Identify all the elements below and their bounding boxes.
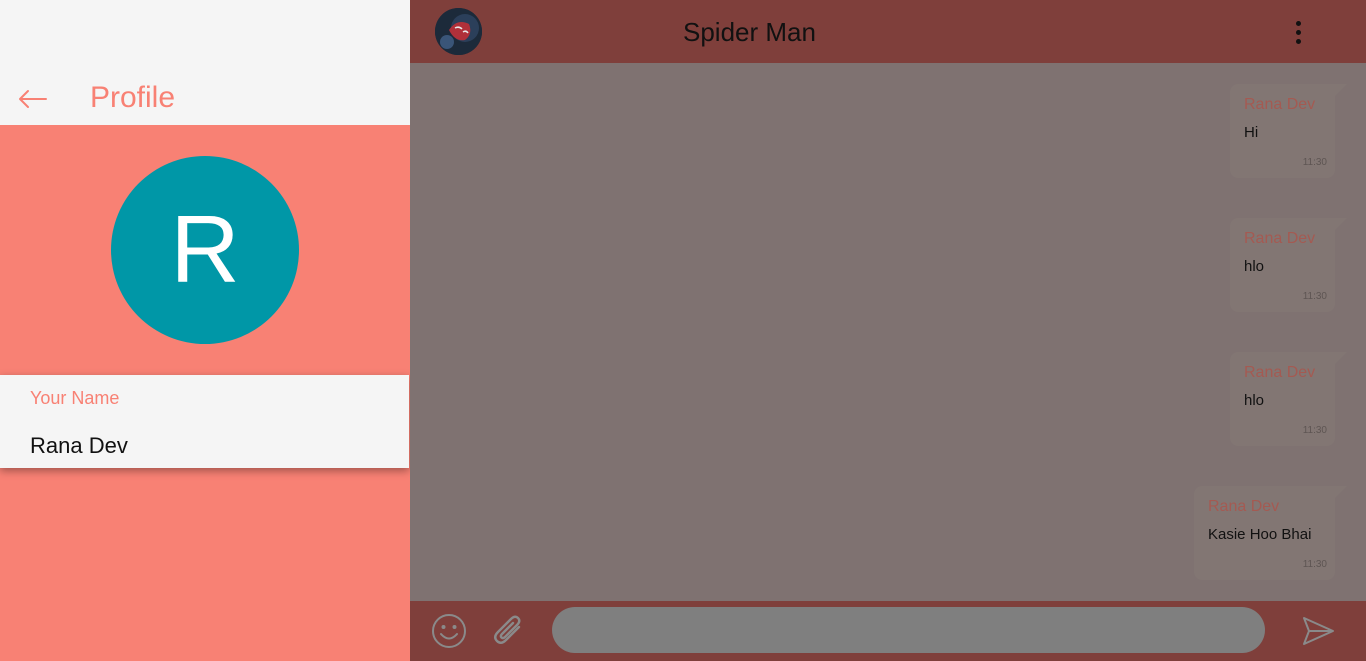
message-author: Rana Dev <box>1244 230 1316 247</box>
emoji-button[interactable] <box>431 613 467 649</box>
message-author: Rana Dev <box>1208 498 1280 515</box>
contact-avatar[interactable] <box>435 8 482 55</box>
message-author: Rana Dev <box>1244 364 1316 381</box>
message-time: 11:30 <box>1302 559 1327 570</box>
back-button[interactable] <box>14 84 50 114</box>
message-author: Rana Dev <box>1244 96 1316 113</box>
message-text: Kasie Hoo Bhai <box>1208 526 1312 543</box>
message-text: Hi <box>1244 124 1259 141</box>
name-value[interactable]: Rana Dev <box>30 433 128 459</box>
profile-avatar[interactable]: R <box>111 156 299 344</box>
message-bubble: Rana Dev hlo 11:30 <box>1230 352 1347 446</box>
message-time: 11:30 <box>1302 157 1327 168</box>
message-bubble: Rana Dev hlo 11:30 <box>1230 218 1347 312</box>
message-bubble: Rana Dev Kasie Hoo Bhai 11:30 <box>1194 486 1347 580</box>
message-input[interactable] <box>552 607 1265 653</box>
message-bubble: Rana Dev Hi 11:30 <box>1230 84 1347 178</box>
message-text: hlo <box>1244 258 1265 275</box>
arrow-left-icon <box>19 90 47 108</box>
paperclip-icon <box>494 615 521 644</box>
send-button[interactable] <box>1300 613 1336 649</box>
spider-man-avatar-icon <box>435 8 482 55</box>
message-time: 11:30 <box>1302 291 1327 302</box>
profile-header: Profile <box>0 0 410 125</box>
chat-header: Spider Man <box>410 0 1366 63</box>
message-text: hlo <box>1244 392 1265 409</box>
message-time: 11:30 <box>1302 425 1327 436</box>
message-list[interactable]: Rana Dev Hi 11:30 Rana Dev hlo 11:30 Ran… <box>410 63 1366 601</box>
profile-panel: Profile R Your Name Rana Dev <box>0 0 410 661</box>
attach-button[interactable] <box>490 612 526 650</box>
message-input-bar <box>410 601 1366 661</box>
page-title: Profile <box>90 81 176 114</box>
name-label: Your Name <box>30 388 120 408</box>
smiley-icon <box>432 614 466 648</box>
contact-name: Spider Man <box>683 17 816 47</box>
more-vertical-icon <box>1295 20 1301 26</box>
more-menu-button[interactable] <box>1286 18 1310 46</box>
send-icon <box>1303 617 1334 645</box>
name-card[interactable]: Your Name Rana Dev <box>0 375 409 468</box>
